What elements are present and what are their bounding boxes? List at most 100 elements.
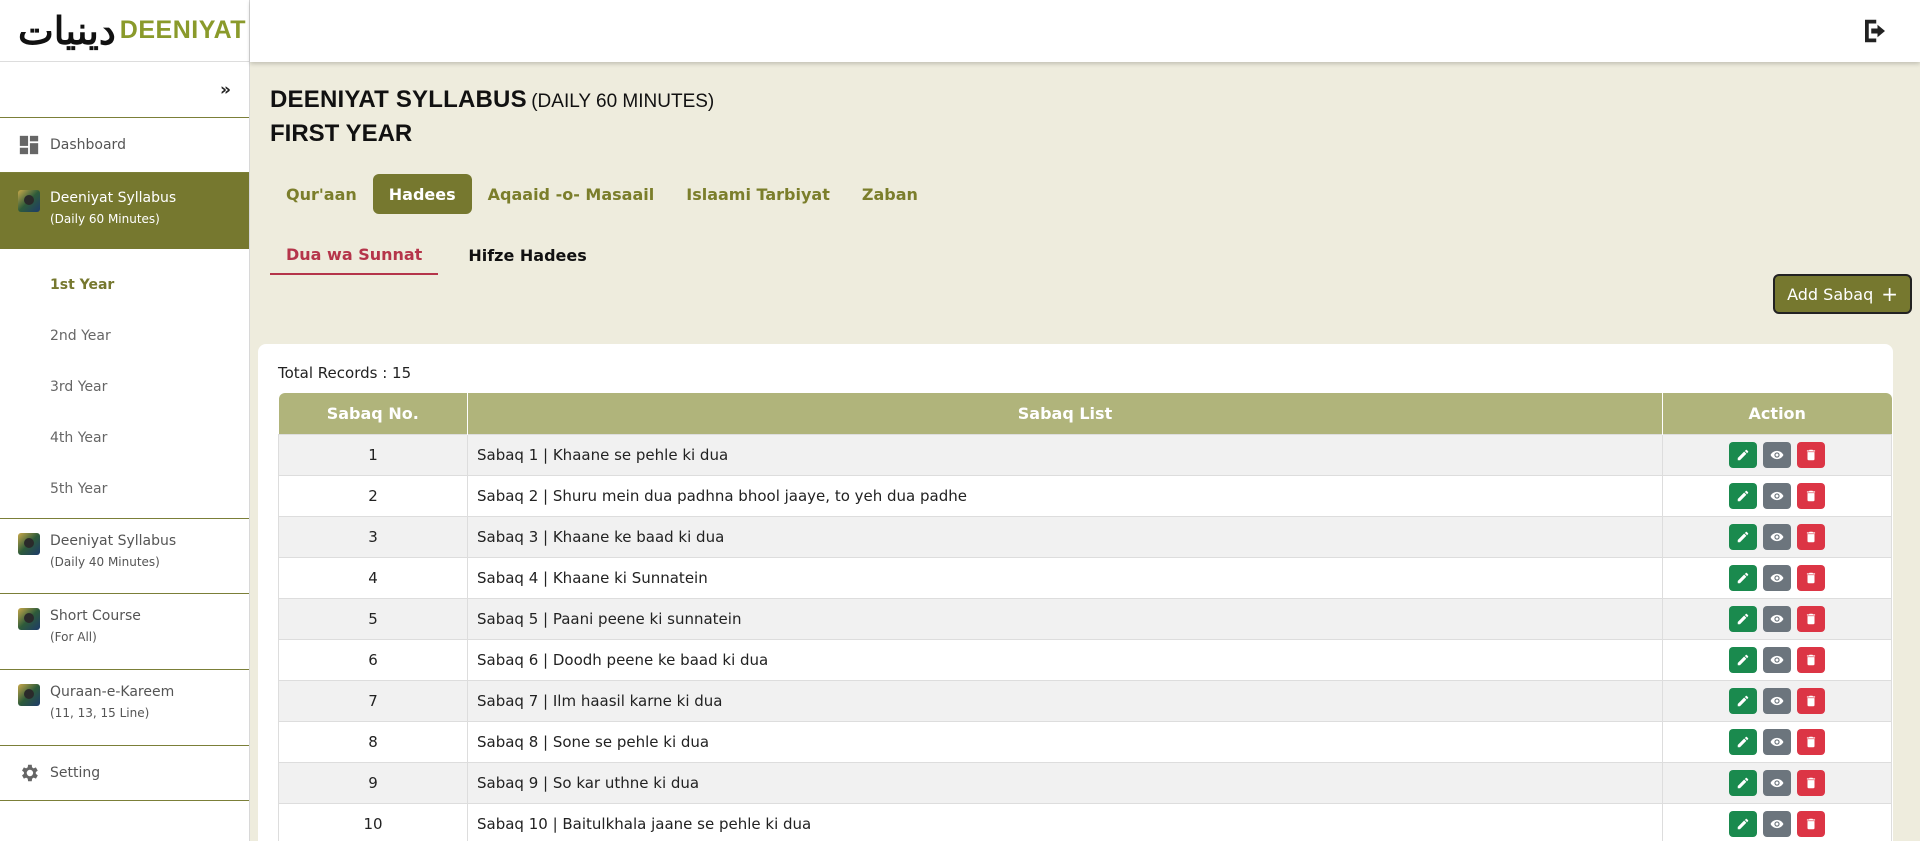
logout-icon[interactable] [1860,16,1890,46]
eye-icon [1770,694,1784,708]
page-title-main: DEENIYAT SYLLABUS [270,86,527,113]
edit-button[interactable] [1729,482,1757,509]
sidebar: دینیات DEENIYAT » Dashboard Deeniyat Syl… [0,0,250,841]
sabaq-title: Sabaq 6 | Doodh peene ke baad ki dua [467,638,1663,681]
sabaq-title: Sabaq 7 | Ilm haasil karne ki dua [467,679,1663,722]
tab-zaban[interactable]: Zaban [846,174,934,214]
sidebar-item-dashboard[interactable]: Dashboard [0,118,249,173]
sidebar-item-3rd-year[interactable]: 3rd Year [50,361,249,412]
edit-button[interactable] [1729,687,1757,714]
table-row: 2 Sabaq 2 | Shuru mein dua padhna bhool j… [278,474,1892,517]
trash-icon [1804,571,1818,585]
edit-button[interactable] [1729,646,1757,673]
view-button[interactable] [1763,564,1791,591]
delete-button[interactable] [1797,482,1825,509]
eye-icon [1770,530,1784,544]
view-button[interactable] [1763,687,1791,714]
delete-button[interactable] [1797,810,1825,837]
eye-icon [1770,776,1784,790]
sabaq-number: 2 [278,474,468,517]
trash-icon [1804,612,1818,626]
view-button[interactable] [1763,523,1791,550]
quran-thumbnail-icon [18,684,40,706]
tab-aqaaid-o-masaail[interactable]: Aqaaid -o- Masaail [472,174,671,214]
brand-logo[interactable]: دینیات DEENIYAT [0,0,249,62]
sidebar-item-sublabel: (Daily 60 Minutes) [50,212,160,226]
row-actions [1662,597,1892,640]
row-actions [1662,638,1892,681]
row-actions [1662,802,1892,841]
sidebar-item-label: Short Course [50,608,141,624]
edit-button[interactable] [1729,769,1757,796]
row-actions [1662,515,1892,558]
trash-icon [1804,489,1818,503]
sidebar-item-quraan[interactable]: Quraan-e-Kareem (11, 13, 15 Line) [0,670,249,746]
tab-quraan[interactable]: Qur'aan [270,174,373,214]
delete-button[interactable] [1797,769,1825,796]
delete-button[interactable] [1797,523,1825,550]
sabaq-number: 5 [278,597,468,640]
view-button[interactable] [1763,769,1791,796]
table-row: 5 Sabaq 5 | Paani peene ki sunnatein [278,597,1892,640]
collapse-sidebar-button[interactable]: » [220,80,231,100]
edit-button[interactable] [1729,564,1757,591]
table-row: 3 Sabaq 3 | Khaane ke baad ki dua [278,515,1892,558]
delete-button[interactable] [1797,728,1825,755]
year-list: 1st Year 2nd Year 3rd Year 4th Year 5th … [0,249,249,518]
sidebar-item-sublabel: (11, 13, 15 Line) [50,706,150,720]
sidebar-item-5th-year[interactable]: 5th Year [50,463,249,514]
tab-hadees[interactable]: Hadees [372,174,472,214]
row-actions [1662,761,1892,804]
eye-icon [1770,817,1784,831]
delete-button[interactable] [1797,441,1825,468]
view-button[interactable] [1763,728,1791,755]
column-header-sabaq-no: Sabaq No. [278,393,468,434]
view-button[interactable] [1763,441,1791,468]
edit-button[interactable] [1729,605,1757,632]
add-sabaq-button[interactable]: Add Sabaq + [1773,274,1912,314]
plus-icon: + [1881,282,1898,306]
sidebar-item-2nd-year[interactable]: 2nd Year [50,310,249,361]
sidebar-item-short-course[interactable]: Short Course (For All) [0,594,249,670]
edit-button[interactable] [1729,523,1757,550]
tab-dua-wa-sunnat[interactable]: Dua wa Sunnat [270,235,439,275]
topbar [250,0,1920,62]
view-button[interactable] [1763,810,1791,837]
delete-button[interactable] [1797,687,1825,714]
delete-button[interactable] [1797,646,1825,673]
sidebar-item-deeniyat-40[interactable]: Deeniyat Syllabus (Daily 40 Minutes) [0,518,249,594]
sidebar-item-label: Setting [50,765,101,781]
main-content: DEENIYAT SYLLABUS (DAILY 60 MINUTES) FIR… [250,62,1920,841]
eye-icon [1770,448,1784,462]
total-records: Total Records : 15 [278,364,412,382]
edit-button[interactable] [1729,441,1757,468]
pencil-icon [1736,612,1750,626]
eye-icon [1770,735,1784,749]
gear-icon [22,764,38,782]
tab-hifze-hadees[interactable]: Hifze Hadees [452,235,602,275]
sabaq-title: Sabaq 10 | Baitulkhala jaane se pehle ki… [467,802,1663,841]
sidebar-item-setting[interactable]: Setting [0,746,249,801]
sidebar-item-1st-year[interactable]: 1st Year [50,259,249,310]
table-row: 10 Sabaq 10 | Baitulkhala jaane se pehle … [278,802,1892,841]
view-button[interactable] [1763,646,1791,673]
edit-button[interactable] [1729,810,1757,837]
edit-button[interactable] [1729,728,1757,755]
pencil-icon [1736,817,1750,831]
sidebar-item-deeniyat-60[interactable]: Deeniyat Syllabus (Daily 60 Minutes) [0,173,249,249]
delete-button[interactable] [1797,605,1825,632]
column-header-action: Action [1662,393,1892,434]
pencil-icon [1736,776,1750,790]
pencil-icon [1736,571,1750,585]
row-actions [1662,433,1892,476]
delete-button[interactable] [1797,564,1825,591]
row-actions [1662,679,1892,722]
sidebar-item-label: Dashboard [50,137,126,153]
tab-islaami-tarbiyat[interactable]: Islaami Tarbiyat [670,174,846,214]
sabaq-table-card: Total Records : 15 Sabaq No. Sabaq List … [258,344,1893,841]
view-button[interactable] [1763,482,1791,509]
row-actions [1662,474,1892,517]
sabaq-title: Sabaq 5 | Paani peene ki sunnatein [467,597,1663,640]
view-button[interactable] [1763,605,1791,632]
sidebar-item-4th-year[interactable]: 4th Year [50,412,249,463]
